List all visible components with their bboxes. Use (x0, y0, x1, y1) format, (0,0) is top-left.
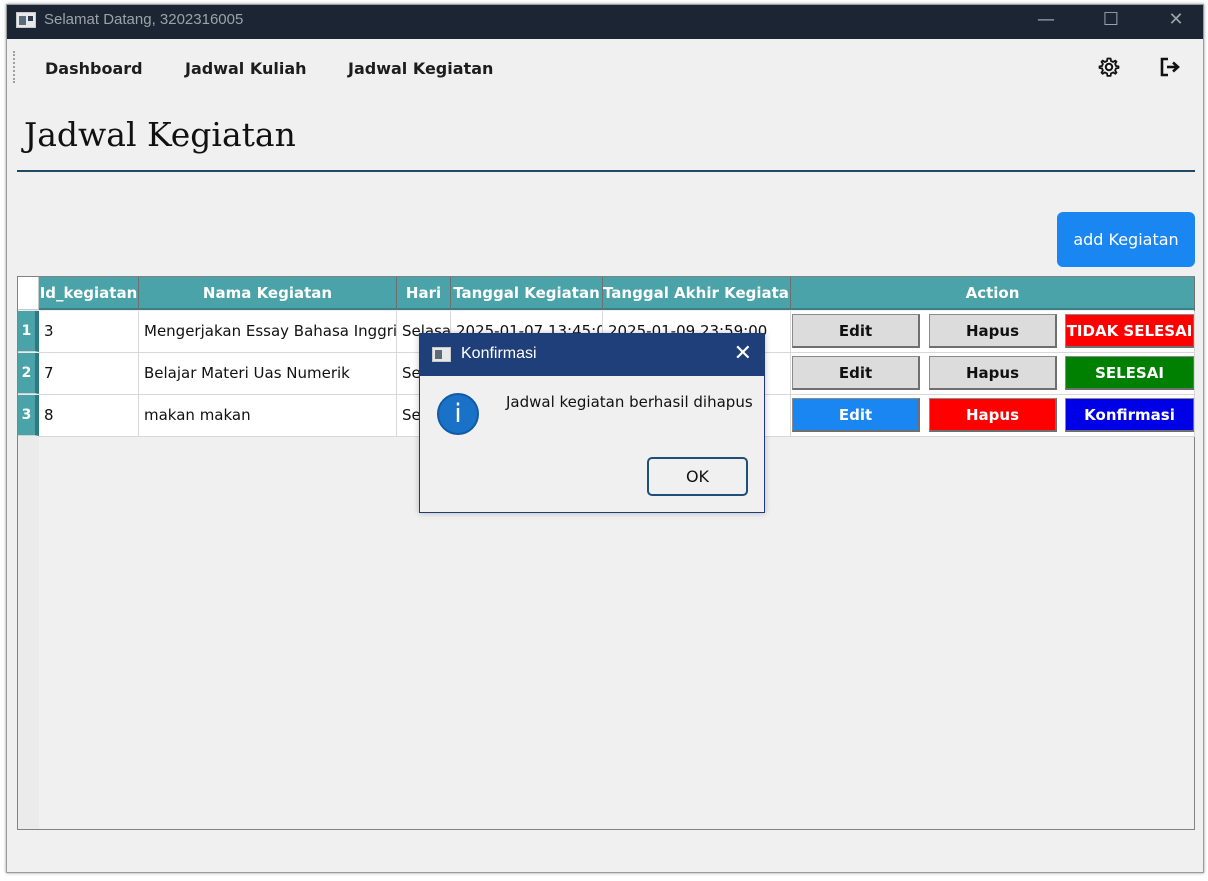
row-header-2[interactable]: 2 (18, 353, 39, 394)
row-header-1[interactable]: 1 (18, 311, 39, 352)
edit-button[interactable]: Edit (792, 314, 920, 348)
hapus-button[interactable]: Hapus (929, 314, 1057, 348)
cell-nama[interactable]: makan makan (139, 395, 397, 437)
dialog-message: Jadwal kegiatan berhasil dihapus (506, 393, 753, 411)
status-tidak-selesai-button[interactable]: TIDAK SELESAI (1065, 314, 1194, 348)
col-header-id[interactable]: Id_kegiatan (39, 277, 139, 310)
title-bar[interactable]: Selamat Datang, 3202316005 — ☐ ✕ (7, 5, 1203, 39)
info-icon-glyph: i (454, 399, 462, 429)
title-divider (17, 170, 1195, 172)
cell-id[interactable]: 3 (39, 311, 139, 353)
cell-action: Edit Hapus TIDAK SELESAI (791, 311, 1195, 353)
hapus-button[interactable]: Hapus (929, 356, 1057, 390)
logout-icon[interactable] (1158, 55, 1182, 79)
app-icon (16, 12, 36, 28)
dialog-title-bar[interactable]: Konfirmasi ✕ (420, 334, 764, 376)
menu-jadwal-kegiatan[interactable]: Jadwal Kegiatan (348, 59, 493, 78)
cell-nama[interactable]: Belajar Materi Uas Numerik (139, 353, 397, 395)
dialog-title: Konfirmasi (461, 345, 537, 362)
edit-button[interactable]: Edit (792, 356, 920, 390)
page-title: Jadwal Kegiatan (24, 115, 296, 154)
toolbar-grip[interactable] (13, 51, 16, 83)
konfirmasi-button[interactable]: Konfirmasi (1065, 398, 1194, 432)
table-corner[interactable] (18, 277, 39, 310)
col-header-hari[interactable]: Hari (397, 277, 451, 310)
minimize-button[interactable]: — (1023, 5, 1069, 39)
info-icon: i (437, 393, 479, 435)
cell-id[interactable]: 8 (39, 395, 139, 437)
cell-id[interactable]: 7 (39, 353, 139, 395)
col-header-nama[interactable]: Nama Kegiatan (139, 277, 397, 310)
col-header-tanggal-akhir[interactable]: Tanggal Akhir Kegiatan (603, 277, 791, 310)
edit-button[interactable]: Edit (792, 398, 920, 432)
window-title: Selamat Datang, 3202316005 (44, 11, 244, 28)
col-header-tanggal[interactable]: Tanggal Kegiatan (451, 277, 603, 310)
dialog-app-icon (432, 347, 451, 362)
maximize-button[interactable]: ☐ (1088, 5, 1134, 39)
cell-nama[interactable]: Mengerjakan Essay Bahasa Inggris (139, 311, 397, 353)
status-selesai-button[interactable]: SELESAI (1065, 356, 1194, 390)
app-window: Selamat Datang, 3202316005 — ☐ ✕ Dashboa… (6, 4, 1204, 873)
menu-bar: Dashboard Jadwal Kuliah Jadwal Kegiatan (7, 39, 1203, 97)
cell-action: Edit Hapus SELESAI (791, 353, 1195, 395)
konfirmasi-dialog: Konfirmasi ✕ i Jadwal kegiatan berhasil … (419, 333, 765, 513)
col-header-action[interactable]: Action (791, 277, 1195, 310)
dialog-close-icon[interactable]: ✕ (734, 340, 752, 368)
hapus-button[interactable]: Hapus (929, 398, 1057, 432)
settings-icon[interactable] (1097, 55, 1121, 79)
cell-action: Edit Hapus Konfirmasi (791, 395, 1195, 437)
row-header-3[interactable]: 3 (18, 395, 39, 436)
menu-jadwal-kuliah[interactable]: Jadwal Kuliah (185, 59, 307, 78)
menu-dashboard[interactable]: Dashboard (45, 59, 143, 78)
ok-button[interactable]: OK (647, 457, 748, 496)
add-kegiatan-button[interactable]: add Kegiatan (1057, 212, 1195, 267)
close-button[interactable]: ✕ (1153, 5, 1199, 39)
